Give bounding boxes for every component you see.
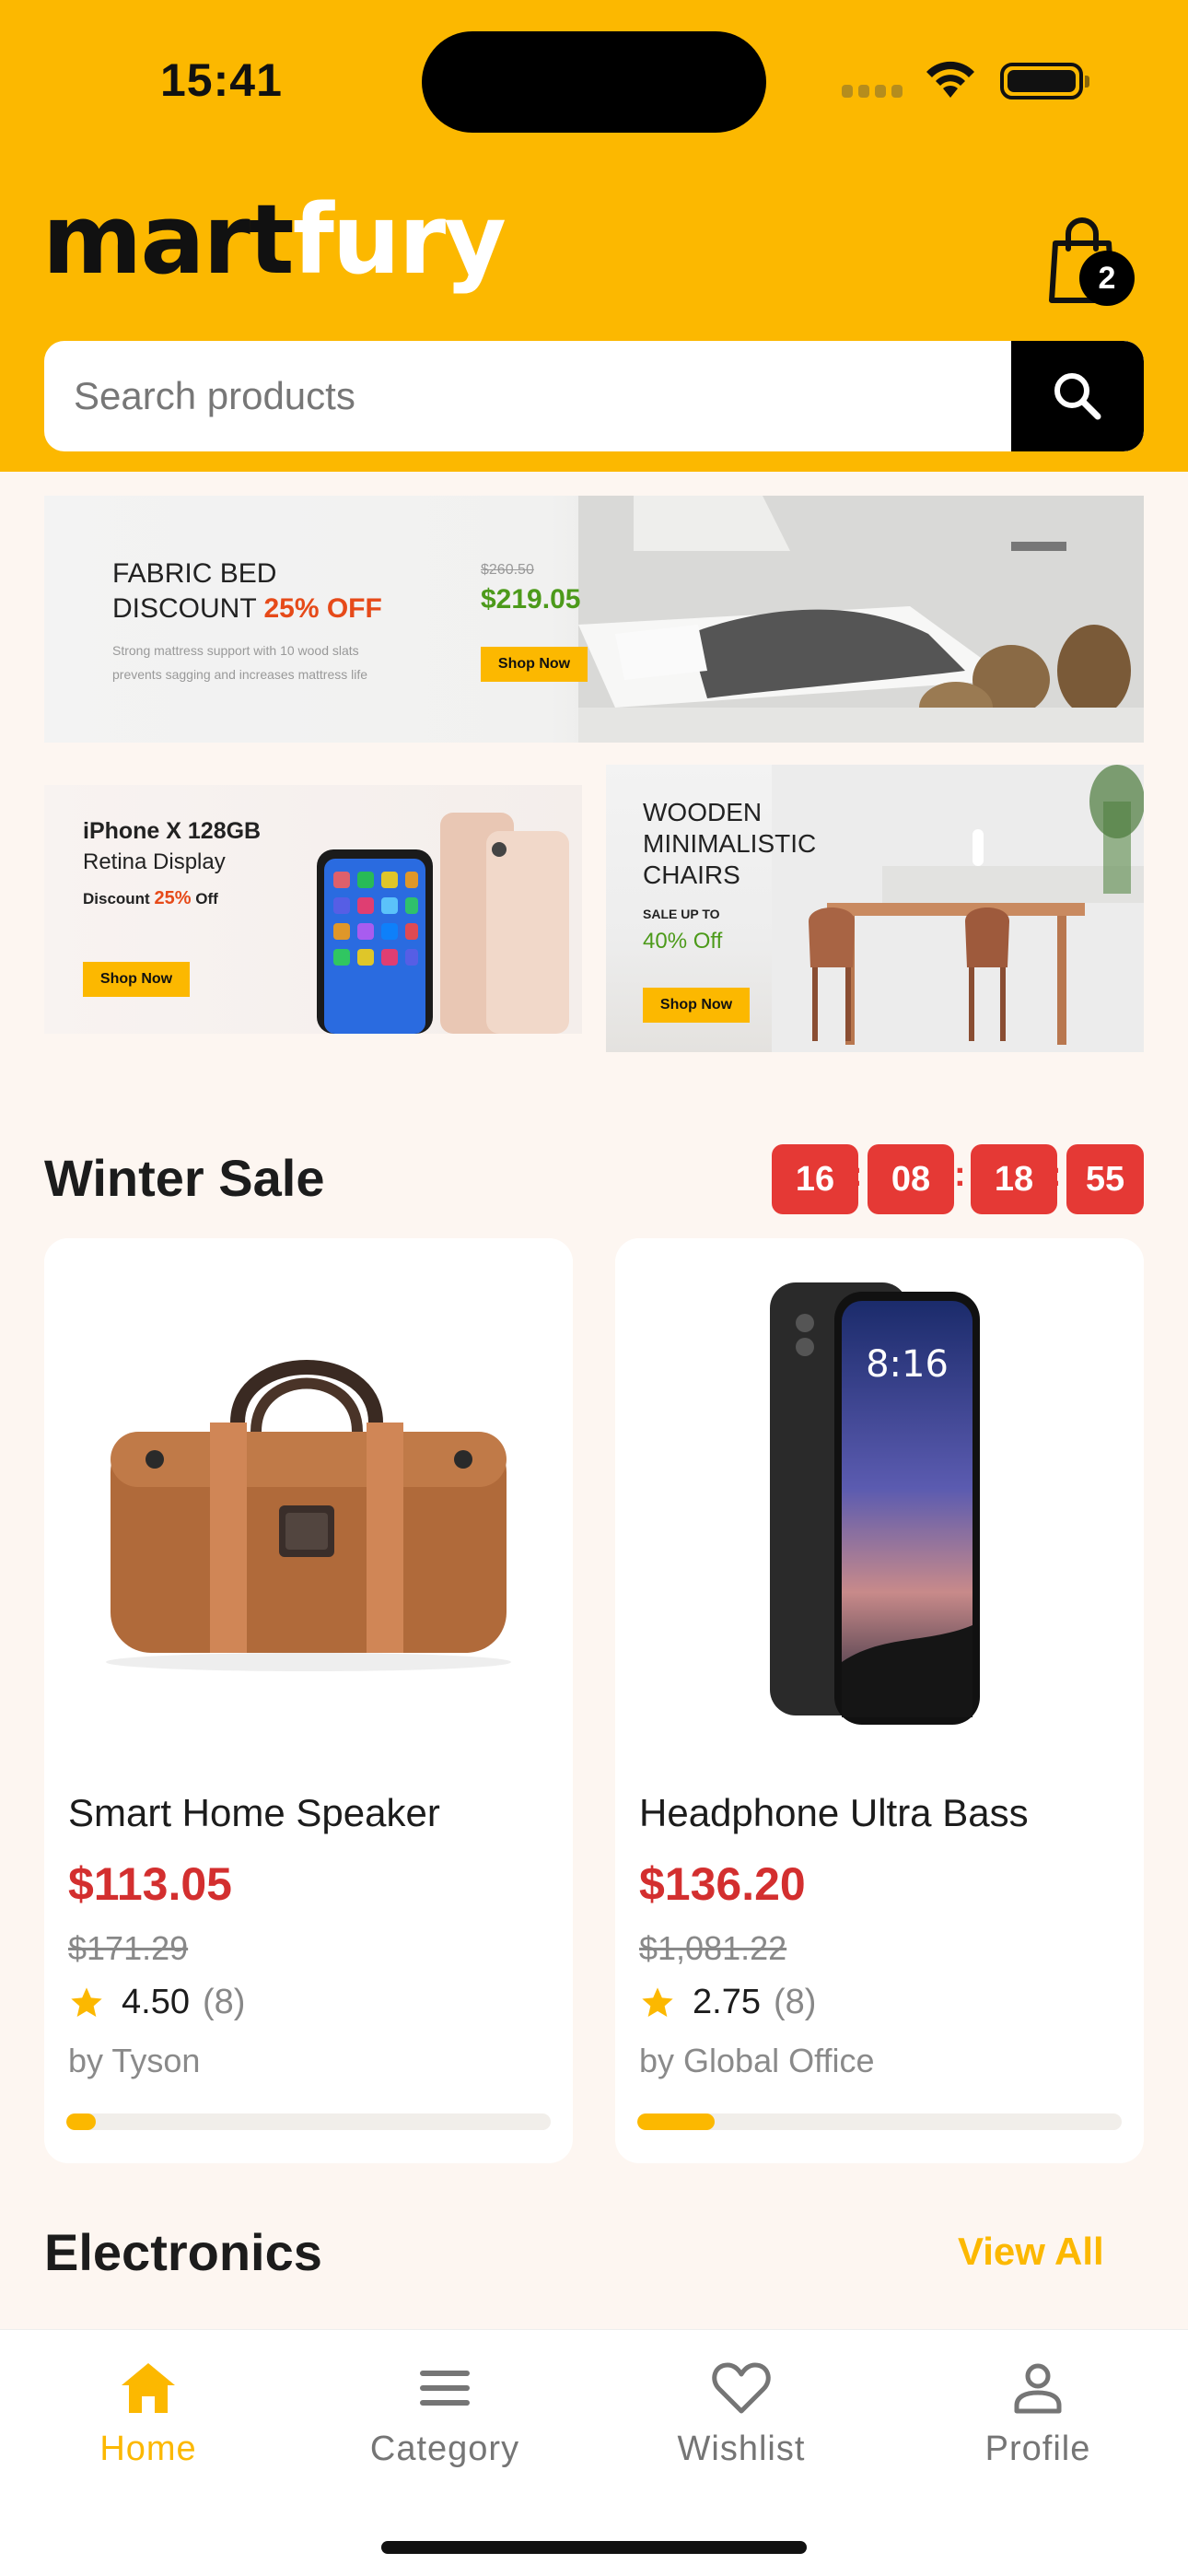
- battery-icon: [1000, 63, 1089, 100]
- dining-room-image: [772, 765, 1144, 1052]
- status-time: 15:41: [160, 54, 283, 106]
- app-header: 15:41 martfury 2: [0, 0, 1188, 472]
- chairs-line2: MINIMALISTIC: [643, 829, 817, 858]
- nav-label: Profile: [984, 2430, 1091, 2468]
- martfury-logo: martfury: [42, 183, 507, 296]
- timer-hours: 16: [772, 1144, 858, 1214]
- sold-progress-fill: [637, 2113, 716, 2130]
- product-card[interactable]: Smart Home Speaker $113.05 $171.29 4.50 …: [44, 1238, 573, 2163]
- dynamic-island: [422, 31, 766, 133]
- product-name: Headphone Ultra Bass: [639, 1791, 1029, 1834]
- star-icon: [71, 1986, 102, 2017]
- bed-description-line1: Strong mattress support with 10 wood sla…: [112, 643, 359, 658]
- iphone-title: iPhone X 128GB: [83, 818, 262, 844]
- product-name: Smart Home Speaker: [68, 1791, 440, 1834]
- timer-separator: :: [954, 1155, 966, 1194]
- bed-title-line1: FABRIC BED: [112, 558, 277, 589]
- home-indicator: [381, 2541, 807, 2554]
- nav-profile[interactable]: Profile: [890, 2356, 1186, 2485]
- nav-home[interactable]: Home: [0, 2356, 297, 2485]
- timer-separator: :: [851, 1155, 863, 1194]
- timer-separator: :: [1050, 1155, 1062, 1194]
- chairs-line3: CHAIRS: [643, 861, 740, 889]
- product-price: $113.05: [68, 1858, 232, 1910]
- svg-text:8:16: 8:16: [866, 1343, 949, 1386]
- nav-wishlist[interactable]: Wishlist: [593, 2356, 890, 2485]
- bed-title-line2: DISCOUNT 25% OFF: [112, 593, 382, 624]
- bed-price: $219.05: [481, 584, 581, 615]
- search-button[interactable]: [1011, 341, 1144, 451]
- search-icon: [1054, 373, 1101, 420]
- chairs-sale-value: 40% Off: [643, 929, 723, 954]
- product-card[interactable]: 8:16 Headphone Ultra Bass $136.20 $1,081…: [615, 1238, 1144, 2163]
- sold-progress-bar: [637, 2113, 1122, 2130]
- cellular-signal-icon: [842, 85, 904, 98]
- view-all-link[interactable]: View All: [958, 2230, 1104, 2274]
- banner-fabric-bed[interactable]: FABRIC BED DISCOUNT 25% OFF Strong mattr…: [44, 496, 1144, 743]
- bed-old-price: $260.50: [481, 562, 534, 578]
- nav-label: Category: [369, 2430, 520, 2468]
- sold-progress-fill: [66, 2113, 96, 2130]
- product-vendor: by Global Office: [639, 2042, 875, 2079]
- cart-count-badge: 2: [1079, 251, 1135, 306]
- bed-description-line2: prevents sagging and increases mattress …: [112, 667, 368, 682]
- timer-minutes: 08: [868, 1144, 954, 1214]
- nav-category[interactable]: Category: [297, 2356, 593, 2485]
- timer-centiseconds: 55: [1066, 1144, 1144, 1214]
- bed-shop-now-button[interactable]: Shop Now: [481, 647, 588, 682]
- iphone-discount: Discount 25% Off: [83, 888, 218, 908]
- bed-discount: 25% OFF: [263, 593, 382, 624]
- nav-label: Wishlist: [677, 2430, 806, 2468]
- iphone-image: [317, 813, 569, 1034]
- banner-iphone[interactable]: iPhone X 128GB Retina Display Discount 2…: [44, 785, 582, 1034]
- leather-bag-image: [44, 1238, 573, 1773]
- iphone-shop-now-button[interactable]: Shop Now: [83, 962, 190, 997]
- timer-seconds: 18: [971, 1144, 1057, 1214]
- user-icon: [1014, 2363, 1062, 2414]
- product-vendor: by Tyson: [68, 2042, 201, 2079]
- banner-wooden-chairs[interactable]: WOODEN MINIMALISTIC CHAIRS SALE UP TO 40…: [606, 765, 1144, 1052]
- smartphone-image: 8:16: [615, 1238, 1144, 1773]
- search-input[interactable]: [44, 341, 1011, 451]
- product-price: $136.20: [639, 1858, 806, 1910]
- rating-value: 4.50: [122, 1983, 190, 2021]
- product-rating: 2.75 (8): [639, 1983, 816, 2022]
- bottom-navigation: Home Category Wishlist Profile: [0, 2329, 1188, 2576]
- status-bar: 15:41: [0, 0, 1188, 166]
- product-rating: 4.50 (8): [68, 1983, 245, 2022]
- chairs-sale-label: SALE UP TO: [643, 907, 720, 921]
- product-old-price: $171.29: [68, 1929, 189, 1967]
- chairs-line1: WOODEN: [643, 798, 763, 826]
- product-old-price: $1,081.22: [639, 1929, 787, 1967]
- rating-value: 2.75: [693, 1983, 761, 2021]
- search-bar: [44, 341, 1144, 451]
- iphone-subtitle: Retina Display: [83, 849, 226, 874]
- sold-progress-bar: [66, 2113, 551, 2130]
- heart-icon: [712, 2362, 771, 2414]
- nav-label: Home: [99, 2430, 197, 2468]
- chairs-shop-now-button[interactable]: Shop Now: [643, 988, 750, 1023]
- star-icon: [642, 1986, 673, 2017]
- menu-icon: [420, 2371, 470, 2406]
- winter-sale-title: Winter Sale: [44, 1149, 325, 1207]
- review-count: (8): [202, 1983, 246, 2021]
- home-icon: [122, 2363, 175, 2413]
- review-count: (8): [773, 1983, 817, 2021]
- bedroom-image: [578, 496, 1144, 743]
- wifi-icon: [926, 61, 974, 98]
- electronics-title: Electronics: [44, 2223, 322, 2281]
